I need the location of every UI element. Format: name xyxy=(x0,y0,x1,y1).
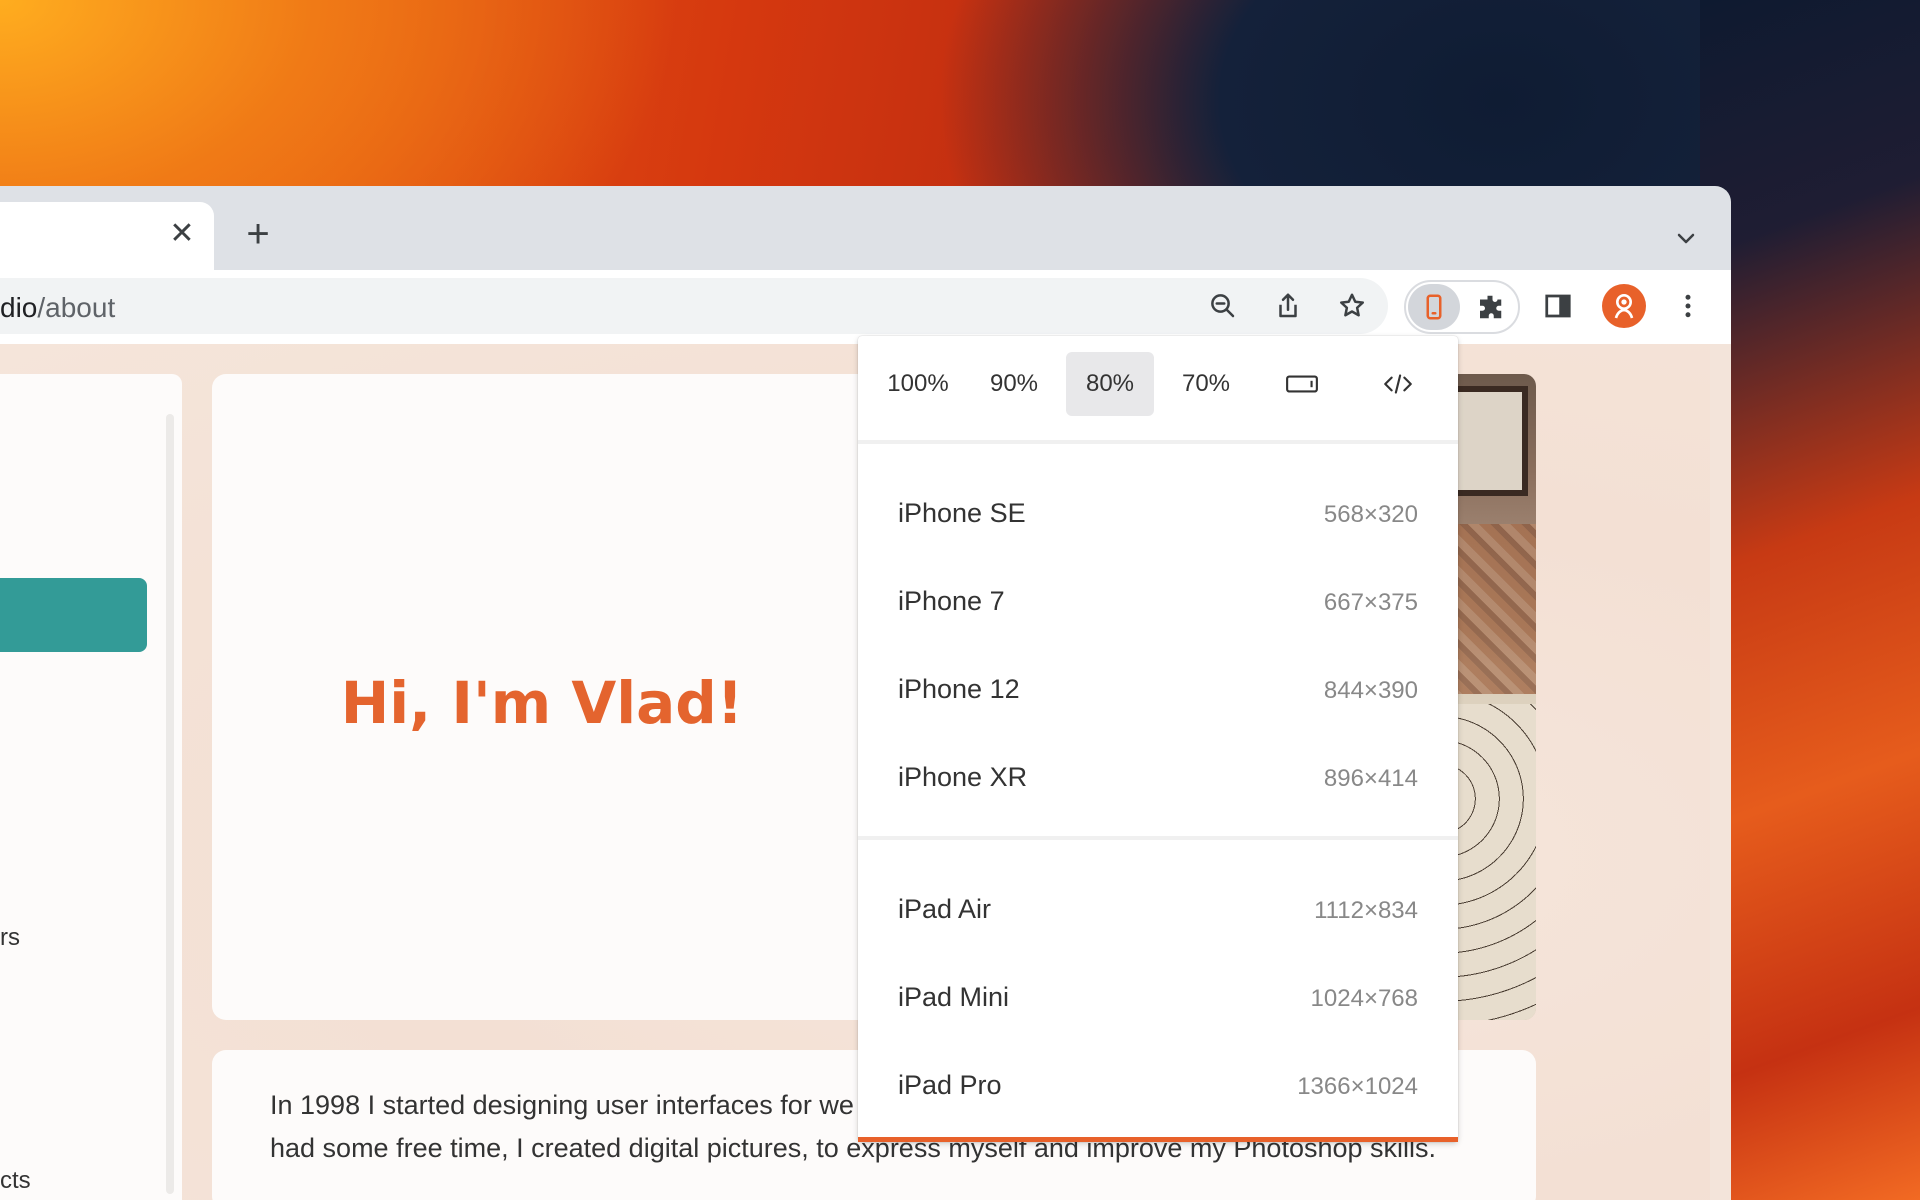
device-ipad-mini[interactable]: iPad Mini 1024×768 xyxy=(858,956,1458,1044)
sidebar-scrollbar[interactable] xyxy=(166,414,174,1194)
device-size: 1024×768 xyxy=(1310,985,1418,1012)
avatar-icon xyxy=(1614,294,1634,319)
device-name: iPhone 12 xyxy=(898,674,1020,704)
device-name: iPhone XR xyxy=(898,762,1028,792)
device-name: iPad Pro xyxy=(898,1070,1002,1100)
sidebar: rs cts xyxy=(0,374,182,1200)
tab-search-chevron-icon[interactable] xyxy=(1674,226,1698,250)
new-tab-button[interactable]: + xyxy=(240,214,276,254)
device-size: 844×390 xyxy=(1323,677,1418,704)
bookmark-star-icon[interactable] xyxy=(1334,288,1370,324)
url-text[interactable]: dio/about xyxy=(0,292,115,324)
photo-frame-detail xyxy=(1450,386,1528,496)
sidebar-item-partial[interactable]: cts xyxy=(0,1167,31,1195)
sidebar-active-button[interactable] xyxy=(0,578,147,652)
device-name: iPad Mini xyxy=(898,982,1010,1012)
responsive-viewer-button[interactable] xyxy=(1408,284,1460,330)
desktop-wallpaper xyxy=(1700,0,1920,1200)
phone-icon xyxy=(1426,294,1442,320)
toolbar: dio/about xyxy=(0,270,1731,344)
popup-divider xyxy=(858,440,1458,444)
zoom-option-90[interactable]: 90% xyxy=(970,352,1058,416)
url-path: /about xyxy=(37,292,116,323)
sidebar-item-partial[interactable]: rs xyxy=(0,924,20,952)
code-icon[interactable] xyxy=(1354,352,1442,416)
device-name: iPhone 7 xyxy=(898,586,1005,616)
about-text-line-1: In 1998 I started designing user interfa… xyxy=(270,1090,854,1120)
share-icon[interactable] xyxy=(1270,288,1306,324)
device-size: 1366×1024 xyxy=(1297,1073,1418,1100)
device-iphone-12[interactable]: iPhone 12 844×390 xyxy=(858,648,1458,736)
url-host: dio xyxy=(0,292,38,323)
device-size: 667×375 xyxy=(1323,589,1418,616)
zoom-option-80[interactable]: 80% xyxy=(1066,352,1154,416)
zoom-options-row: 100% 90% 80% 70% xyxy=(858,336,1458,440)
device-ipad-air[interactable]: iPad Air 1112×834 xyxy=(858,868,1458,956)
responsive-viewer-popup: 100% 90% 80% 70% iPhone SE 568×320 iPhon… xyxy=(858,336,1458,1142)
device-iphone-se[interactable]: iPhone SE 568×320 xyxy=(858,472,1458,560)
popup-accent-bar xyxy=(858,1137,1458,1142)
device-size: 568×320 xyxy=(1323,501,1418,528)
chrome-menu-icon[interactable] xyxy=(1670,288,1706,324)
profile-avatar[interactable] xyxy=(1602,284,1646,328)
device-ipad-pro[interactable]: iPad Pro 1366×1024 xyxy=(858,1044,1458,1132)
device-iphone-xr[interactable]: iPhone XR 896×414 xyxy=(858,736,1458,824)
hero-title: Hi, I'm Vlad! xyxy=(340,669,744,737)
responsive-extension-group xyxy=(1404,280,1520,334)
tab-close-icon[interactable]: ✕ xyxy=(168,219,196,249)
device-iphone-7[interactable]: iPhone 7 667×375 xyxy=(858,560,1458,648)
zoom-option-100[interactable]: 100% xyxy=(874,352,962,416)
device-name: iPhone SE xyxy=(898,498,1026,528)
device-name: iPad Air xyxy=(898,894,992,924)
active-tab[interactable]: ✕ xyxy=(0,202,214,270)
hero-card: Hi, I'm Vlad! xyxy=(212,374,872,1020)
extensions-puzzle-icon[interactable] xyxy=(1472,289,1508,325)
address-bar[interactable]: dio/about xyxy=(0,278,1388,334)
page-scrollbar[interactable] xyxy=(1710,344,1731,1200)
side-panel-icon[interactable] xyxy=(1540,288,1576,324)
device-size: 896×414 xyxy=(1323,765,1418,792)
device-size: 1112×834 xyxy=(1314,897,1418,924)
zoom-out-icon[interactable] xyxy=(1205,288,1241,324)
popup-divider xyxy=(858,836,1458,840)
zoom-option-70[interactable]: 70% xyxy=(1162,352,1250,416)
landscape-icon[interactable] xyxy=(1258,352,1346,416)
